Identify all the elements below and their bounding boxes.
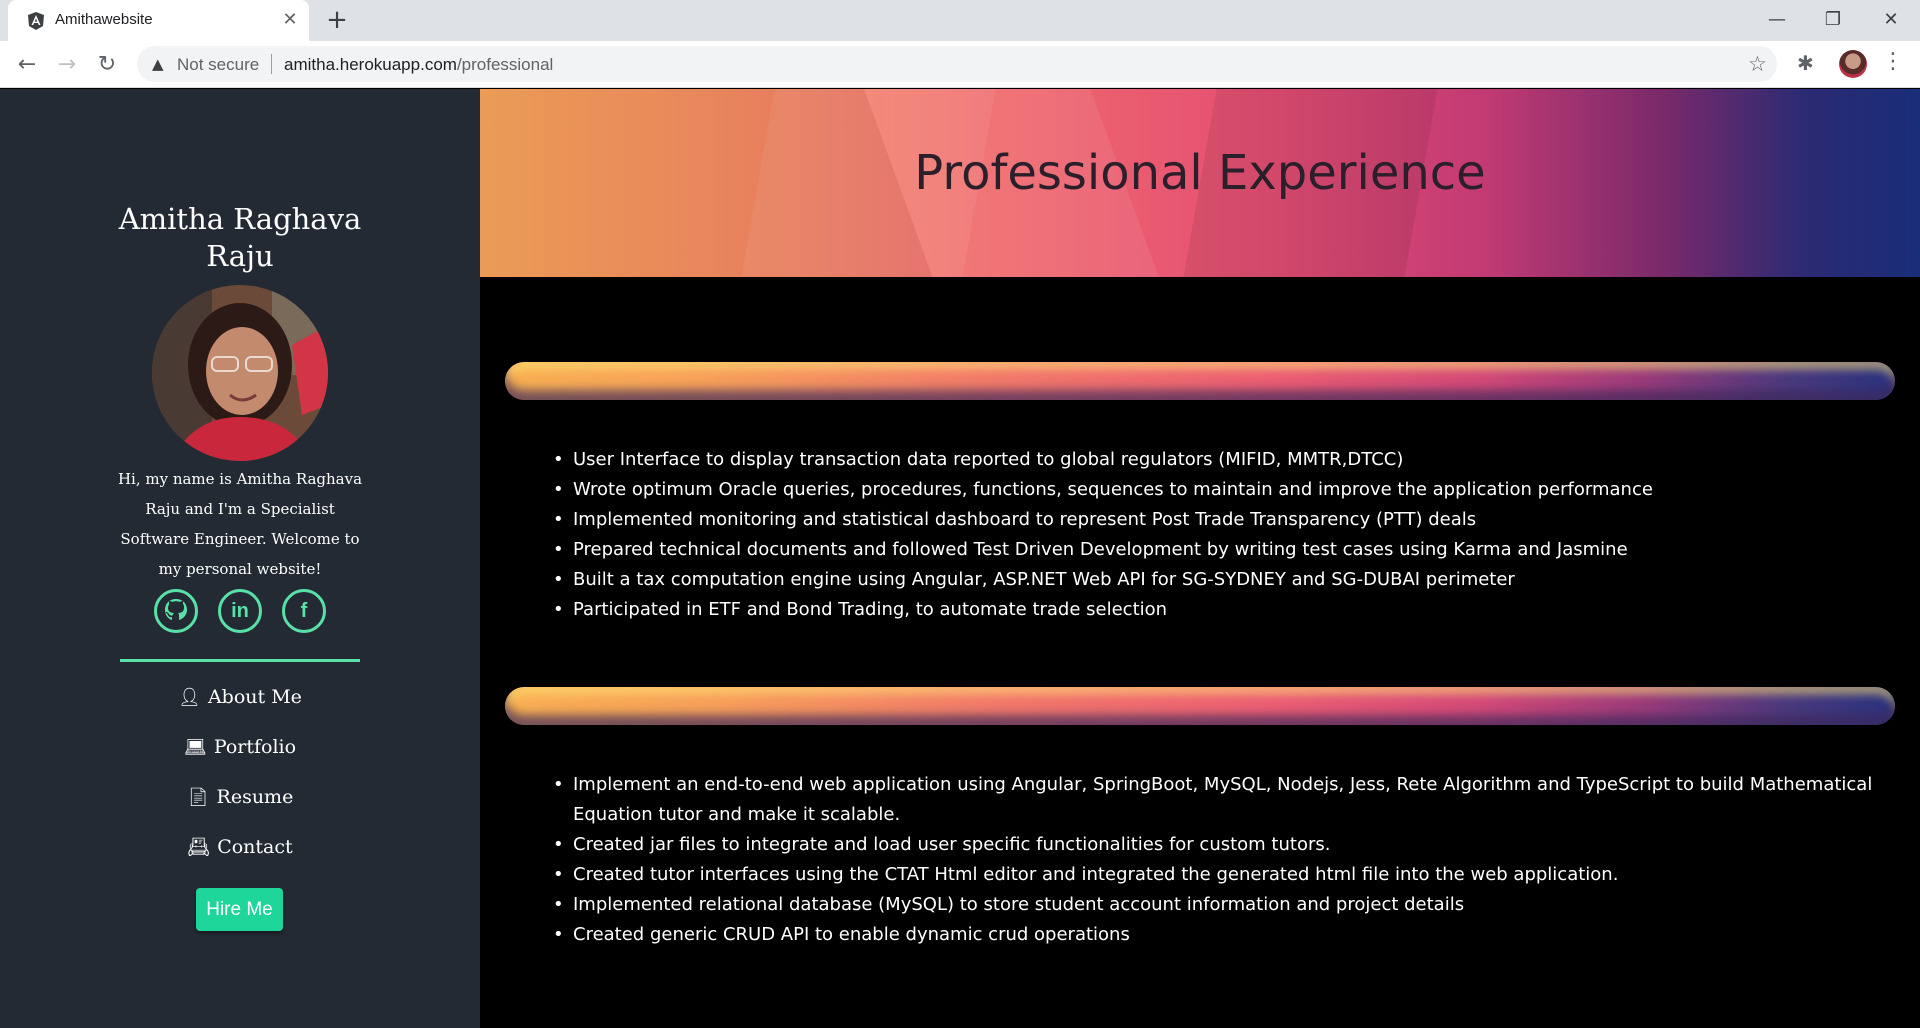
minimize-icon[interactable]: —	[1760, 4, 1794, 36]
linkedin-glyph: in	[231, 600, 249, 622]
contact-card-icon: 📇︎	[187, 837, 211, 858]
new-tab-icon[interactable]: +	[324, 7, 350, 34]
list-item: Built a tax computation engine using Ang…	[553, 565, 1905, 595]
browser-tab-bar: Amithawebsite ✕ + — ❐ ✕	[0, 0, 1920, 41]
window-close-icon[interactable]: ✕	[1874, 4, 1908, 36]
nav-portfolio[interactable]: 💻︎ Portfolio	[0, 736, 480, 758]
address-bar[interactable]: ▲ Not secure amitha.herokuapp.com/profes…	[137, 46, 1777, 82]
file-icon: 📄︎	[186, 787, 210, 808]
list-item: Implemented monitoring and statistical d…	[553, 505, 1905, 535]
profile-avatar[interactable]	[1839, 50, 1867, 78]
linkedin-icon[interactable]: in	[218, 589, 262, 633]
nav-portfolio-label: Portfolio	[213, 736, 297, 758]
warning-icon[interactable]: ▲	[152, 55, 164, 73]
restore-icon[interactable]: ❐	[1816, 4, 1850, 36]
profile-name-line2: Raju	[206, 239, 274, 273]
more-menu-icon[interactable]: ⋮	[1882, 49, 1904, 74]
section-divider-bar	[505, 687, 1895, 725]
forward-icon[interactable]: →	[52, 50, 82, 80]
profile-name: Amitha Raghava Raju	[0, 201, 480, 275]
back-icon[interactable]: ←	[12, 50, 42, 80]
tab-title: Amithawebsite	[55, 11, 153, 28]
url-host: amitha.herokuapp.com	[284, 55, 457, 74]
section-divider-bar	[505, 362, 1895, 400]
nav-contact-label: Contact	[217, 836, 293, 858]
list-item: Created jar files to integrate and load …	[553, 830, 1905, 860]
sidebar: Amitha Raghava Raju Hi, my name is Amith…	[0, 89, 480, 1028]
main-content: Professional Experience User Interface t…	[480, 89, 1920, 1028]
list-item: Participated in ETF and Bond Trading, to…	[553, 595, 1905, 625]
page-title: Professional Experience	[914, 145, 1486, 201]
list-item: User Interface to display transaction da…	[553, 445, 1905, 475]
list-item: Implemented relational database (MySQL) …	[553, 890, 1905, 920]
laptop-icon: 💻︎	[183, 737, 207, 758]
close-tab-icon[interactable]: ✕	[280, 10, 300, 30]
facebook-icon[interactable]: f	[282, 589, 326, 633]
nav-about-me-label: About Me	[207, 686, 302, 708]
hire-me-button[interactable]: Hire Me	[196, 888, 283, 931]
browser-toolbar: ← → ↻ ▲ Not secure amitha.herokuapp.com/…	[0, 41, 1920, 88]
user-icon: 👤︎	[178, 687, 201, 708]
bookmark-star-icon[interactable]: ☆	[1748, 52, 1767, 76]
list-item: Wrote optimum Oracle queries, procedures…	[553, 475, 1905, 505]
nav-resume-label: Resume	[216, 786, 294, 808]
reload-icon[interactable]: ↻	[92, 50, 122, 80]
list-item: Implement an end-to-end web application …	[553, 770, 1905, 830]
browser-tab[interactable]: Amithawebsite ✕	[8, 0, 309, 41]
header-banner: Professional Experience	[480, 89, 1920, 277]
social-links: in f	[150, 589, 340, 633]
experience-list-2: Implement an end-to-end web application …	[553, 770, 1905, 950]
list-item: Prepared technical documents and followe…	[553, 535, 1905, 565]
security-label[interactable]: Not secure	[177, 55, 259, 75]
sidebar-divider	[120, 659, 360, 662]
nav-about-me[interactable]: 👤︎ About Me	[0, 686, 480, 708]
list-item: Created tutor interfaces using the CTAT …	[553, 860, 1905, 890]
github-icon[interactable]	[154, 589, 198, 633]
angular-logo-icon	[28, 12, 44, 30]
profile-photo	[152, 285, 328, 461]
intro-text: Hi, my name is Amitha Raghava Raju and I…	[117, 470, 363, 578]
profile-name-line1: Amitha Raghava	[118, 202, 362, 236]
experience-list-1: User Interface to display transaction da…	[553, 445, 1905, 625]
url-text[interactable]: amitha.herokuapp.com/professional	[284, 55, 553, 75]
extensions-puzzle-icon[interactable]: ✱	[1797, 51, 1814, 75]
url-path: /professional	[456, 55, 554, 74]
list-item: Created generic CRUD API to enable dynam…	[553, 920, 1905, 950]
nav-contact[interactable]: 📇︎ Contact	[0, 836, 480, 858]
omnibox-separator	[271, 54, 272, 74]
facebook-glyph: f	[300, 600, 308, 622]
nav-resume[interactable]: 📄︎ Resume	[0, 786, 480, 808]
